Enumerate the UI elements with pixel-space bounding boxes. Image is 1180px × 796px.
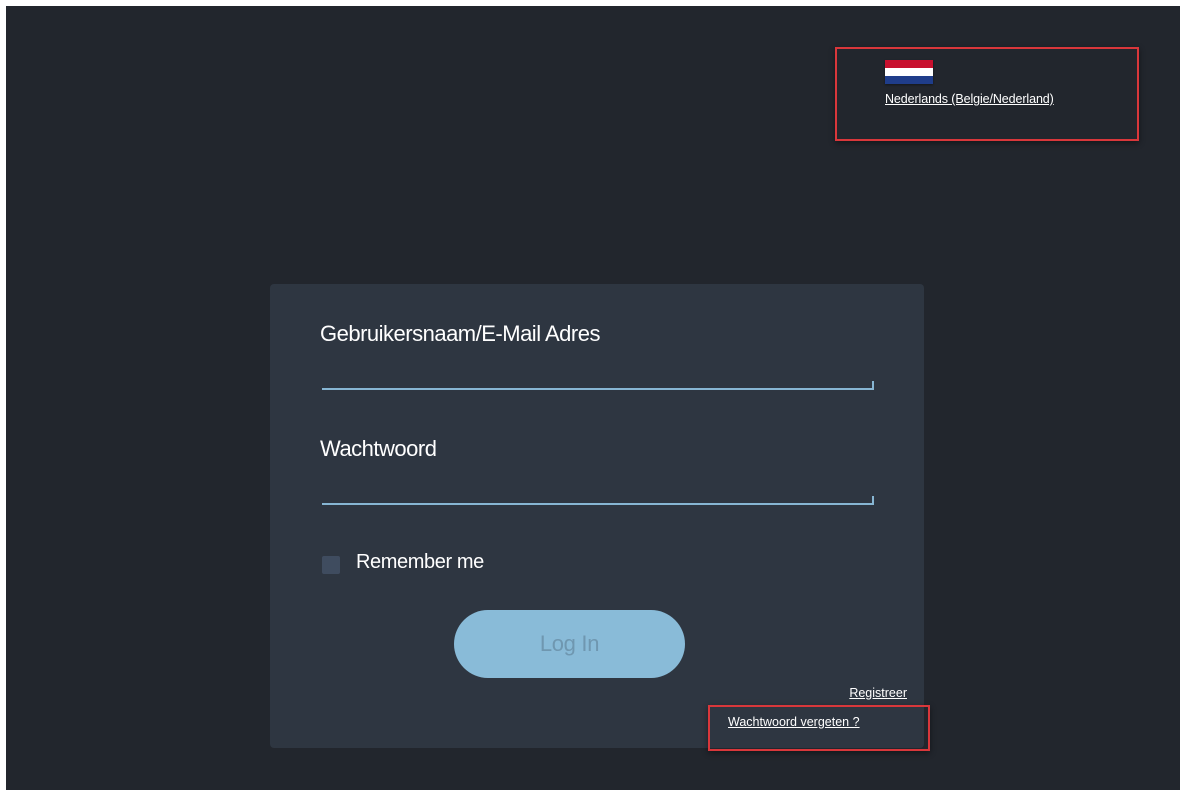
flag-stripe-blue <box>885 76 933 84</box>
flag-stripe-white <box>885 68 933 76</box>
forgot-password-link[interactable]: Wachtwoord vergeten ? <box>728 715 860 729</box>
password-label: Wachtwoord <box>320 436 437 461</box>
login-card <box>270 284 924 748</box>
remember-me-checkbox[interactable] <box>322 556 340 574</box>
netherlands-flag-icon[interactable] <box>885 60 933 84</box>
language-link[interactable]: Nederlands (Belgie/Nederland) <box>885 92 1054 106</box>
flag-stripe-red <box>885 60 933 68</box>
username-underline <box>322 381 874 390</box>
password-underline <box>322 496 874 505</box>
remember-me-label[interactable]: Remember me <box>356 551 484 574</box>
login-button[interactable]: Log In <box>454 610 685 678</box>
username-label: Gebruikersnaam/E-Mail Adres <box>320 321 600 346</box>
register-link[interactable]: Registreer <box>849 686 907 700</box>
